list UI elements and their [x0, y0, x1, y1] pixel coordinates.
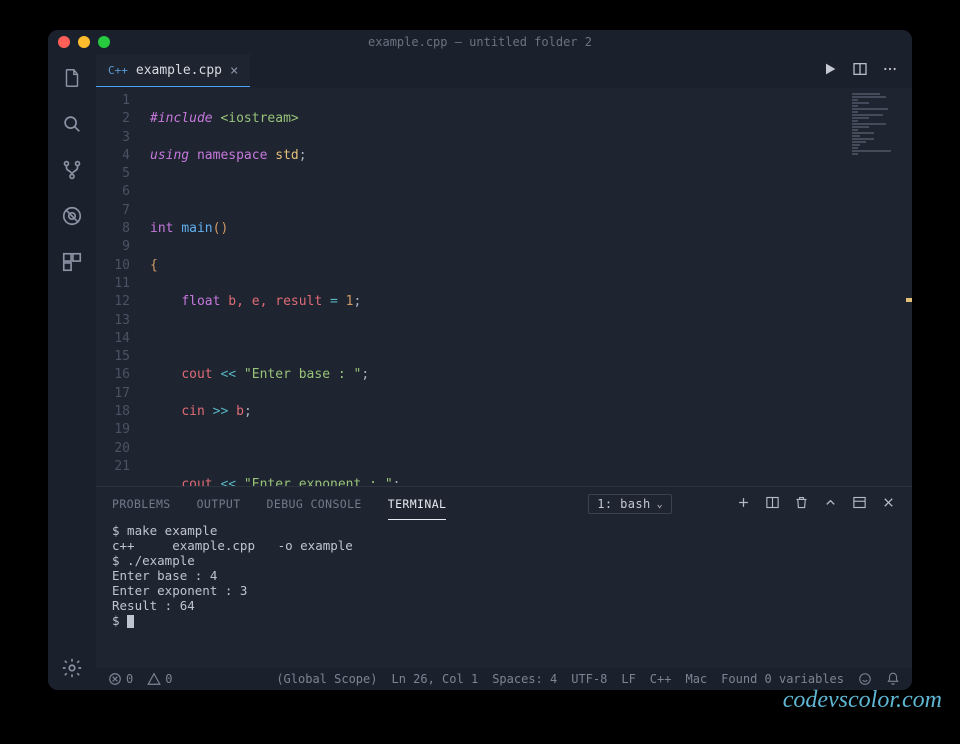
code-token: cin	[181, 404, 212, 419]
code-token: 1	[338, 294, 354, 309]
new-terminal-icon[interactable]	[736, 495, 751, 513]
split-editor-icon[interactable]	[852, 61, 868, 81]
code-token: <iostream>	[220, 111, 298, 126]
maximize-panel-icon[interactable]	[852, 495, 867, 513]
run-icon[interactable]	[822, 61, 838, 81]
code-area[interactable]: #include <iostream> using namespace std;…	[140, 88, 912, 486]
window-title: example.cpp — untitled folder 2	[48, 35, 912, 49]
tab-filename: example.cpp	[136, 63, 222, 78]
line-number-gutter: 123456789101112131415161718192021	[96, 88, 140, 486]
code-token: =	[330, 294, 338, 309]
editor-window: example.cpp — untitled folder 2	[48, 30, 912, 690]
panel-tabs: PROBLEMS OUTPUT DEBUG CONSOLE TERMINAL 1…	[96, 487, 912, 521]
code-token: {	[150, 258, 158, 273]
tab-bar: C++ example.cpp ×	[96, 54, 912, 88]
tab-close-icon[interactable]: ×	[230, 63, 238, 79]
tab-lang-badge: C++	[108, 64, 128, 77]
code-token: ;	[299, 148, 307, 163]
code-token: int	[150, 221, 173, 236]
code-token: ;	[354, 294, 362, 309]
tab-terminal[interactable]: TERMINAL	[388, 489, 447, 520]
activity-bar	[48, 54, 96, 690]
window-maximize-icon[interactable]	[98, 36, 110, 48]
search-icon[interactable]	[60, 112, 84, 136]
traffic-lights	[58, 36, 110, 48]
status-warnings[interactable]: 0	[147, 672, 172, 686]
code-token: <<	[220, 367, 236, 382]
chevron-up-icon[interactable]	[823, 495, 838, 513]
more-actions-icon[interactable]	[882, 61, 898, 81]
code-token: "Enter base : "	[236, 367, 361, 382]
bottom-panel: PROBLEMS OUTPUT DEBUG CONSOLE TERMINAL 1…	[96, 486, 912, 668]
status-os[interactable]: Mac	[685, 672, 707, 686]
scroll-marker	[906, 298, 912, 302]
extensions-icon[interactable]	[60, 250, 84, 274]
window-minimize-icon[interactable]	[78, 36, 90, 48]
kill-terminal-icon[interactable]	[794, 495, 809, 513]
debug-icon[interactable]	[60, 204, 84, 228]
code-token: b, e, result	[220, 294, 330, 309]
watermark: codevscolor.com	[783, 687, 942, 714]
code-token: ;	[361, 367, 369, 382]
code-token: main	[181, 221, 212, 236]
editor-actions	[822, 54, 912, 88]
code-token: namespace	[197, 148, 267, 163]
code-token: >>	[213, 404, 229, 419]
status-encoding[interactable]: UTF-8	[571, 672, 607, 686]
status-language[interactable]: C++	[650, 672, 672, 686]
explorer-icon[interactable]	[60, 66, 84, 90]
terminal-select[interactable]: 1: bash ⌄	[588, 494, 672, 514]
code-token: ;	[244, 404, 252, 419]
editor[interactable]: 123456789101112131415161718192021 #inclu…	[96, 88, 912, 486]
status-variables[interactable]: Found 0 variables	[721, 672, 844, 686]
status-eol[interactable]: LF	[621, 672, 635, 686]
code-token: b	[228, 404, 244, 419]
code-token: cout	[181, 477, 220, 486]
status-errors[interactable]: 0	[108, 672, 133, 686]
titlebar: example.cpp — untitled folder 2	[48, 30, 912, 54]
terminal-output[interactable]: $ make example c++ example.cpp -o exampl…	[96, 521, 912, 668]
close-panel-icon[interactable]	[881, 495, 896, 513]
notification-bell-icon[interactable]	[886, 672, 900, 686]
code-token: using	[150, 148, 189, 163]
status-scope[interactable]: (Global Scope)	[276, 672, 377, 686]
terminal-select-label: 1: bash	[597, 497, 650, 511]
code-token: std	[275, 148, 298, 163]
tab-debug-console[interactable]: DEBUG CONSOLE	[267, 489, 362, 519]
code-token: ()	[213, 221, 229, 236]
code-token: <<	[220, 477, 236, 486]
status-line-col[interactable]: Ln 26, Col 1	[391, 672, 478, 686]
code-token: cout	[181, 367, 220, 382]
tab-output[interactable]: OUTPUT	[197, 489, 241, 519]
code-token: float	[181, 294, 220, 309]
tab-problems[interactable]: PROBLEMS	[112, 489, 171, 519]
source-control-icon[interactable]	[60, 158, 84, 182]
chevron-down-icon: ⌄	[657, 499, 663, 510]
code-token: ;	[393, 477, 401, 486]
code-token: "Enter exponent : "	[236, 477, 393, 486]
code-token: #include	[150, 111, 213, 126]
window-close-icon[interactable]	[58, 36, 70, 48]
split-terminal-icon[interactable]	[765, 495, 780, 513]
status-spaces[interactable]: Spaces: 4	[492, 672, 557, 686]
feedback-smiley-icon[interactable]	[858, 672, 872, 686]
tab-example-cpp[interactable]: C++ example.cpp ×	[96, 54, 250, 88]
settings-gear-icon[interactable]	[60, 656, 84, 680]
